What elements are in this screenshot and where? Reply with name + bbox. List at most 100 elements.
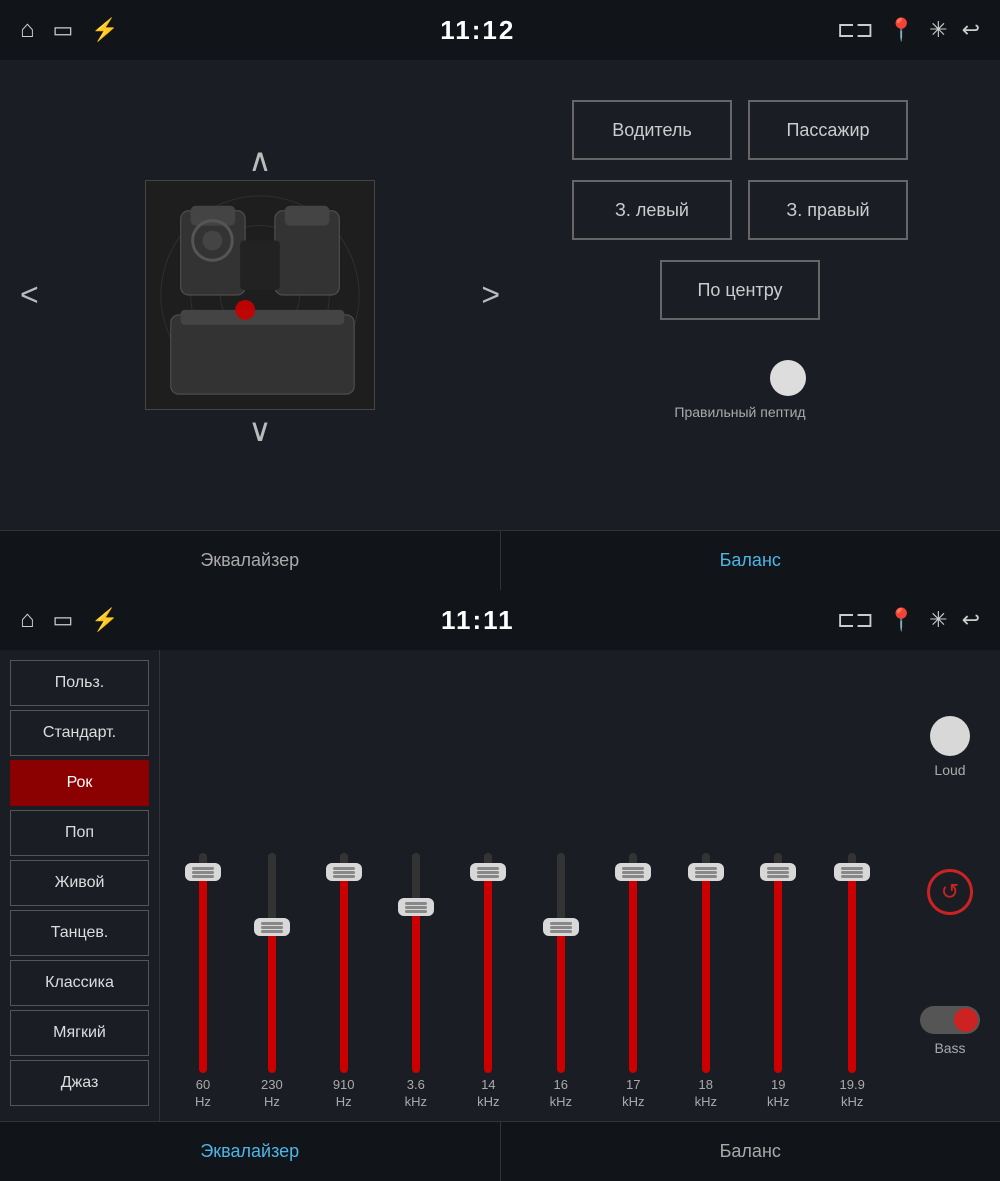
slider-col-910Hz: 910Hz (333, 853, 355, 1111)
slider-thumb-7[interactable] (688, 863, 724, 881)
correct-peptide-control: Правильный пептид (674, 360, 805, 420)
cast-icon-2[interactable]: ⊏⊐ (837, 607, 874, 633)
top-time-display: 11:12 (440, 15, 515, 46)
top-tabs-bar: Эквалайзер Баланс (0, 530, 1000, 590)
preset-item-классика[interactable]: Классика (10, 960, 149, 1006)
slider-label-4: 14kHz (477, 1077, 499, 1111)
slider-track-5[interactable] (557, 853, 565, 1073)
preset-item-поп[interactable]: Поп (10, 810, 149, 856)
slider-thumb-4[interactable] (470, 863, 506, 881)
screen-icon-2[interactable]: ▭ (53, 607, 74, 633)
correct-peptide-button[interactable] (770, 360, 806, 396)
slider-label-9: 19.9kHz (840, 1077, 865, 1111)
slider-col-14kHz: 14kHz (477, 853, 499, 1111)
slider-col-230Hz: 230Hz (261, 853, 283, 1111)
slider-label-8: 19kHz (767, 1077, 789, 1111)
balance-content: ∧ < (0, 60, 1000, 530)
eq-main: Польз.Стандарт.РокПопЖивойТанцев.Классик… (0, 650, 1000, 1121)
bottom-status-right: ⊏⊐ 📍 ✳ ↩ (837, 607, 980, 633)
tab-balance-bottom[interactable]: Баланс (501, 1122, 1000, 1181)
location-icon-2[interactable]: 📍 (888, 607, 915, 633)
loud-label: Loud (934, 762, 965, 778)
home-icon-2[interactable]: ⌂ (20, 606, 35, 634)
loud-button[interactable] (930, 716, 970, 756)
seat-row: < (145, 180, 375, 410)
slider-track-2[interactable] (340, 853, 348, 1073)
nav-left-button[interactable]: < (20, 277, 39, 314)
slider-thumb-9[interactable] (834, 863, 870, 881)
slider-thumb-6[interactable] (615, 863, 651, 881)
rear-left-button[interactable]: З. левый (572, 180, 732, 240)
slider-track-8[interactable] (774, 853, 782, 1073)
rear-right-button[interactable]: З. правый (748, 180, 908, 240)
reset-button[interactable]: ↺ (927, 869, 973, 915)
passenger-button[interactable]: Пассажир (748, 100, 908, 160)
status-bar-left-icons: ⌂ ▭ ⚡ (20, 16, 119, 44)
seat-diagram: ∧ < (20, 80, 500, 510)
center-button[interactable]: По центру (660, 260, 820, 320)
slider-track-9[interactable] (848, 853, 856, 1073)
location-icon[interactable]: 📍 (888, 17, 915, 43)
preset-item-танцев[interactable]: Танцев. (10, 910, 149, 956)
bass-toggle[interactable] (920, 1006, 980, 1034)
home-icon[interactable]: ⌂ (20, 16, 35, 44)
preset-item-рок[interactable]: Рок (10, 760, 149, 806)
preset-item-живой[interactable]: Живой (10, 860, 149, 906)
seat-buttons-row-2: З. левый З. правый (572, 180, 908, 240)
slider-track-6[interactable] (629, 853, 637, 1073)
bluetooth-icon-2[interactable]: ✳ (929, 607, 947, 633)
slider-label-7: 18kHz (695, 1077, 717, 1111)
sliders-container: 60Hz230Hz910Hz3.6kHz14kHz16kHz17kHz18kHz… (170, 670, 890, 1121)
preset-item-стандарт[interactable]: Стандарт. (10, 710, 149, 756)
bass-toggle-knob (954, 1008, 978, 1032)
slider-track-3[interactable] (412, 853, 420, 1073)
slider-thumb-3[interactable] (398, 898, 434, 916)
screen-icon[interactable]: ▭ (53, 17, 74, 43)
car-interior-svg (146, 181, 374, 409)
back-icon[interactable]: ↩ (962, 17, 980, 43)
slider-thumb-1[interactable] (254, 918, 290, 936)
back-icon-2[interactable]: ↩ (962, 607, 980, 633)
top-status-bar: ⌂ ▭ ⚡ 11:12 ⊏⊐ 📍 ✳ ↩ (0, 0, 1000, 60)
seat-buttons-row-3: По центру (660, 260, 820, 320)
usb-icon: ⚡ (91, 17, 118, 43)
bottom-time-display: 11:11 (441, 605, 515, 636)
preset-item-польз[interactable]: Польз. (10, 660, 149, 706)
bottom-panel: ⌂ ▭ ⚡ 11:11 ⊏⊐ 📍 ✳ ↩ Польз.Стандарт.РокП… (0, 590, 1000, 1181)
eq-sliders-area: 60Hz230Hz910Hz3.6kHz14kHz16kHz17kHz18kHz… (160, 650, 900, 1121)
slider-col-3.6kHz: 3.6kHz (405, 853, 427, 1111)
seat-wrapper (145, 180, 375, 410)
cast-icon[interactable]: ⊏⊐ (837, 17, 874, 43)
slider-track-1[interactable] (268, 853, 276, 1073)
preset-item-мягкий[interactable]: Мягкий (10, 1010, 149, 1056)
slider-track-0[interactable] (199, 853, 207, 1073)
slider-thumb-2[interactable] (326, 863, 362, 881)
tab-equalizer-bottom[interactable]: Эквалайзер (0, 1122, 501, 1181)
nav-up-button[interactable]: ∧ (248, 140, 271, 180)
bluetooth-icon[interactable]: ✳ (929, 17, 947, 43)
bottom-tabs-bar: Эквалайзер Баланс (0, 1121, 1000, 1181)
slider-thumb-8[interactable] (760, 863, 796, 881)
bass-control: Bass (920, 1006, 980, 1056)
slider-thumb-0[interactable] (185, 863, 221, 881)
nav-right-button[interactable]: > (481, 277, 500, 314)
slider-thumb-5[interactable] (543, 918, 579, 936)
usb-icon-2: ⚡ (91, 607, 118, 633)
correct-peptide-label: Правильный пептид (674, 404, 805, 420)
slider-col-60Hz: 60Hz (195, 853, 211, 1111)
preset-item-джаз[interactable]: Джаз (10, 1060, 149, 1106)
slider-track-4[interactable] (484, 853, 492, 1073)
bass-label: Bass (934, 1040, 965, 1056)
eq-right-controls: Loud ↺ Bass (900, 650, 1000, 1121)
bottom-status-left: ⌂ ▭ ⚡ (20, 606, 119, 634)
slider-label-6: 17kHz (622, 1077, 644, 1111)
slider-col-17kHz: 17kHz (622, 853, 644, 1111)
bottom-status-bar: ⌂ ▭ ⚡ 11:11 ⊏⊐ 📍 ✳ ↩ (0, 590, 1000, 650)
slider-track-7[interactable] (702, 853, 710, 1073)
slider-col-19kHz: 19kHz (767, 853, 789, 1111)
seat-image (145, 180, 375, 410)
driver-button[interactable]: Водитель (572, 100, 732, 160)
nav-down-button[interactable]: ∨ (248, 410, 271, 450)
tab-balance-top[interactable]: Баланс (501, 531, 1000, 590)
tab-equalizer-top[interactable]: Эквалайзер (0, 531, 501, 590)
